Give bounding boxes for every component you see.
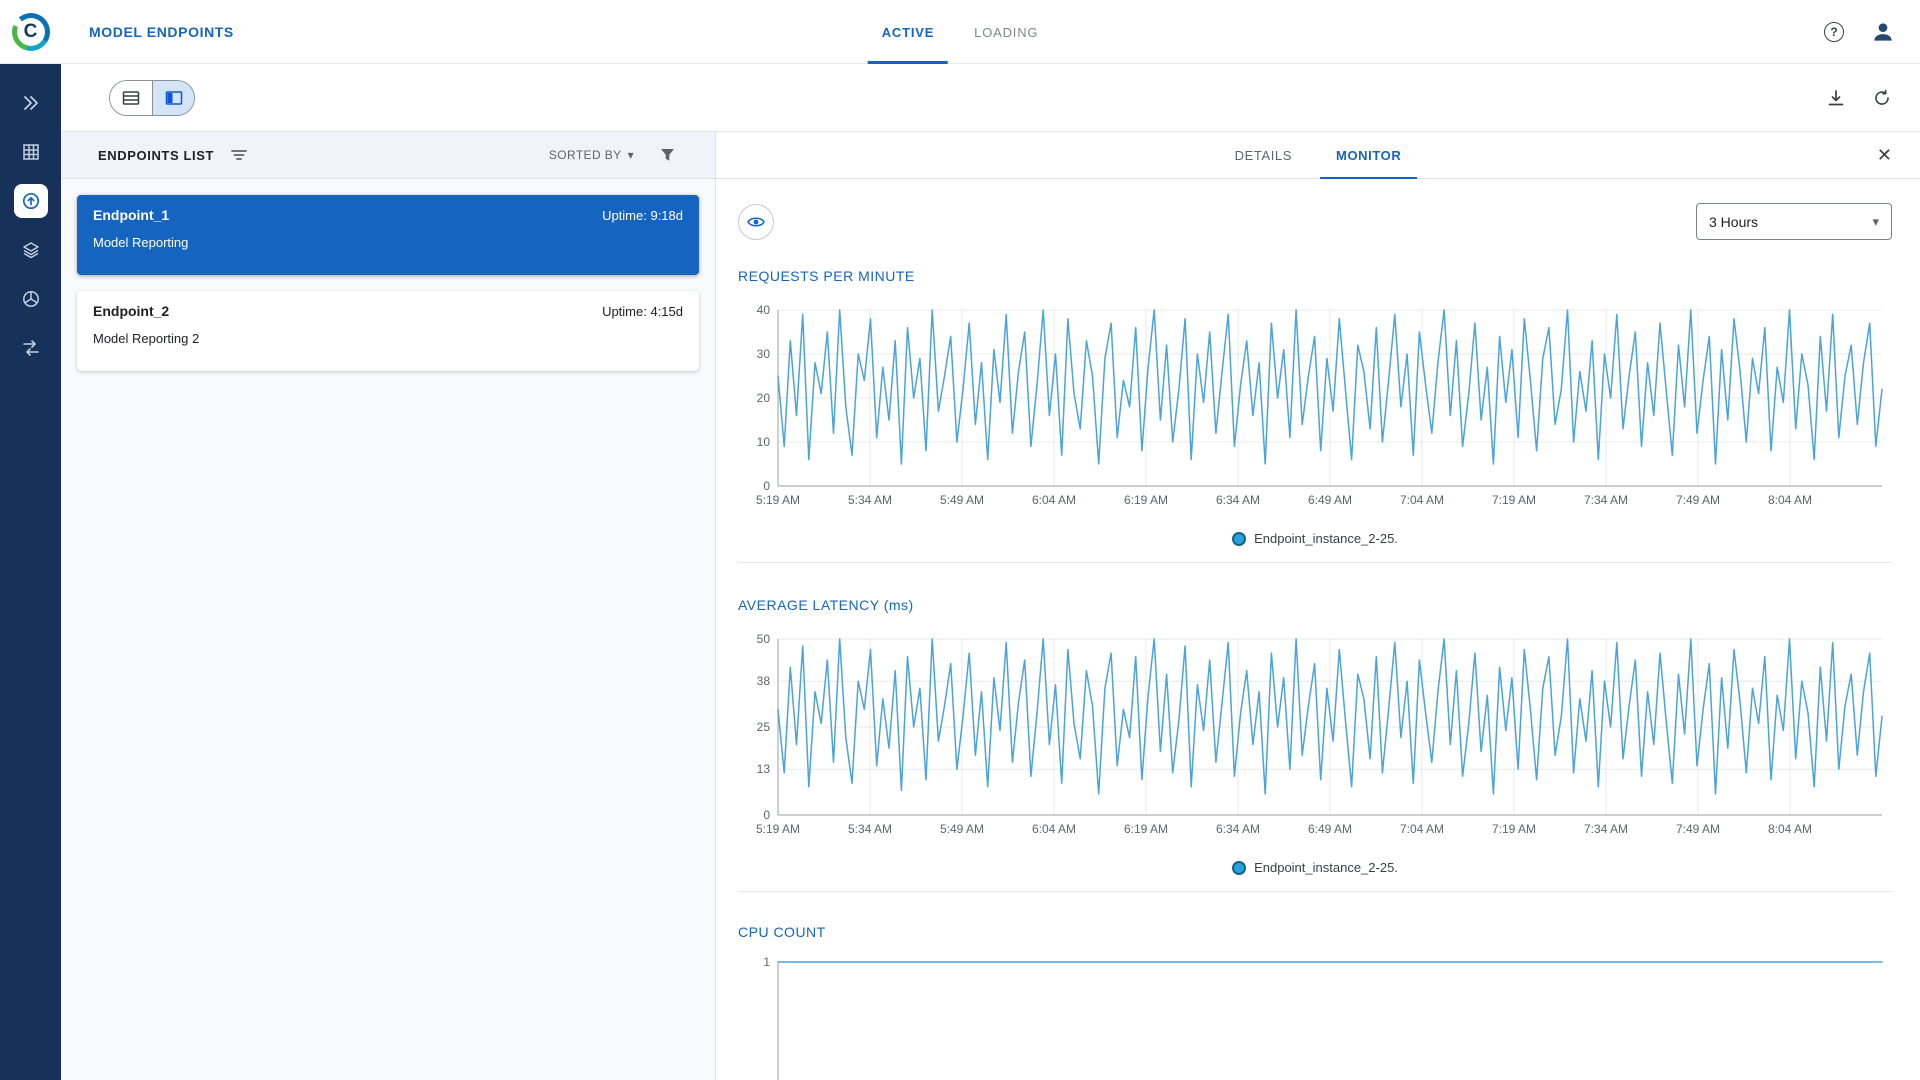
model-endpoints-icon[interactable]: [13, 184, 48, 218]
legend-label: Endpoint_instance_2-25.: [1254, 531, 1398, 546]
chart-legend: Endpoint_instance_2-25.: [738, 531, 1892, 546]
layers-icon[interactable]: [14, 233, 48, 267]
caret-down-icon: ▾: [1872, 213, 1879, 229]
endpoint-card-1[interactable]: Endpoint_1 Uptime: 9:18d Model Reporting: [77, 195, 699, 275]
svg-text:7:49 AM: 7:49 AM: [1676, 822, 1720, 836]
app-logo-letter: C: [16, 17, 45, 46]
pipelines-icon[interactable]: [14, 331, 48, 365]
tab-active[interactable]: ACTIVE: [867, 0, 949, 64]
svg-text:5:34 AM: 5:34 AM: [848, 822, 892, 836]
help-icon[interactable]: ?: [1824, 21, 1844, 42]
palette-icon[interactable]: [14, 282, 48, 316]
svg-text:50: 50: [757, 633, 771, 646]
svg-text:7:34 AM: 7:34 AM: [1584, 493, 1628, 507]
svg-text:5:19 AM: 5:19 AM: [756, 493, 800, 507]
time-range-value: 3 Hours: [1709, 213, 1759, 230]
download-icon[interactable]: [1826, 88, 1846, 108]
svg-text:7:19 AM: 7:19 AM: [1492, 493, 1536, 507]
header-tabs: ACTIVE LOADING: [867, 0, 1045, 64]
chart-title: REQUESTS PER MINUTE: [738, 268, 915, 284]
deployments-icon[interactable]: [14, 86, 48, 120]
cpu-count-chart-section: CPU COUNT 1: [738, 924, 1892, 1080]
sorted-by-dropdown[interactable]: SORTED BY ▾: [549, 148, 634, 162]
svg-text:6:34 AM: 6:34 AM: [1216, 822, 1260, 836]
svg-text:6:49 AM: 6:49 AM: [1308, 493, 1352, 507]
svg-text:0: 0: [763, 808, 770, 822]
legend-dot-icon: [1232, 860, 1247, 875]
endpoint-uptime: Uptime: 4:15d: [602, 304, 683, 319]
page-title: MODEL ENDPOINTS: [89, 23, 234, 40]
legend-label: Endpoint_instance_2-25.: [1254, 860, 1398, 875]
monitor-panel: DETAILS MONITOR ✕ 3 Hours ▾ REQUESTS PER…: [716, 132, 1920, 1080]
endpoint-name: Endpoint_1: [93, 207, 170, 223]
requests-per-minute-chart: 0 10 20 30 40 5:19 AM 5:34 AM 5:49 AM 6:04 AM 6:1…: [756, 303, 1883, 507]
app-logo[interactable]: C: [11, 12, 50, 51]
sorted-by-label: SORTED BY: [548, 148, 622, 162]
refresh-icon[interactable]: [1872, 88, 1892, 108]
legend-dot-icon: [1232, 531, 1247, 546]
svg-text:38: 38: [757, 674, 771, 688]
endpoint-uptime: Uptime: 9:18d: [602, 208, 683, 223]
table-view-button[interactable]: [110, 80, 152, 115]
grid-icon[interactable]: [14, 135, 48, 169]
chart-title: CPU COUNT: [738, 924, 826, 940]
monitor-panel-header: DETAILS MONITOR ✕: [716, 132, 1920, 179]
endpoint-description: Model Reporting 2: [93, 331, 200, 346]
svg-text:40: 40: [757, 304, 771, 317]
svg-text:5:34 AM: 5:34 AM: [848, 493, 892, 507]
latency-chart-section: AVERAGE LATENCY (ms) 0 13 25 38 50 5:19 AM 5:3…: [738, 597, 1892, 892]
monitor-body: 3 Hours ▾ REQUESTS PER MINUTE 0 10 20 30 40 5…: [716, 179, 1920, 1080]
svg-text:6:19 AM: 6:19 AM: [1124, 493, 1168, 507]
cpu-count-chart: 1: [763, 955, 1883, 1080]
side-rail: [0, 64, 61, 1080]
svg-text:7:34 AM: 7:34 AM: [1584, 822, 1628, 836]
split-view-button[interactable]: [152, 80, 194, 115]
toolbar: [61, 64, 1920, 131]
endpoints-panel-header: ENDPOINTS LIST SORTED BY ▾: [61, 132, 715, 179]
endpoint-list: Endpoint_1 Uptime: 9:18d Model Reporting…: [61, 179, 715, 387]
tab-loading[interactable]: LOADING: [968, 0, 1044, 64]
svg-text:7:49 AM: 7:49 AM: [1676, 493, 1720, 507]
svg-text:6:04 AM: 6:04 AM: [1032, 822, 1076, 836]
requests-chart-section: REQUESTS PER MINUTE 0 10 20 30 40 5:19 AM 5:34…: [738, 268, 1892, 563]
caret-down-icon: ▾: [627, 148, 634, 162]
svg-text:10: 10: [757, 435, 771, 449]
svg-text:6:34 AM: 6:34 AM: [1216, 493, 1260, 507]
svg-text:0: 0: [763, 479, 770, 493]
svg-text:7:19 AM: 7:19 AM: [1492, 822, 1536, 836]
svg-text:5:19 AM: 5:19 AM: [756, 822, 800, 836]
svg-text:7:04 AM: 7:04 AM: [1400, 822, 1444, 836]
close-icon[interactable]: ✕: [1877, 132, 1892, 179]
svg-text:5:49 AM: 5:49 AM: [940, 493, 984, 507]
endpoints-list-title: ENDPOINTS LIST: [98, 147, 215, 163]
tab-details[interactable]: DETAILS: [1229, 132, 1298, 179]
sort-icon[interactable]: [230, 147, 248, 163]
svg-text:13: 13: [757, 762, 771, 776]
svg-text:6:49 AM: 6:49 AM: [1308, 822, 1352, 836]
chart-title: AVERAGE LATENCY (ms): [738, 597, 914, 613]
chart-legend: Endpoint_instance_2-25.: [738, 860, 1892, 875]
filter-icon[interactable]: [660, 148, 675, 162]
time-range-select[interactable]: 3 Hours ▾: [1696, 203, 1892, 240]
endpoint-description: Model Reporting: [93, 235, 189, 250]
top-bar: C MODEL ENDPOINTS ACTIVE LOADING ?: [0, 0, 1920, 64]
tab-monitor[interactable]: MONITOR: [1319, 132, 1418, 179]
endpoint-card-2[interactable]: Endpoint_2 Uptime: 4:15d Model Reporting…: [77, 291, 699, 371]
svg-text:1: 1: [763, 956, 770, 969]
svg-text:5:49 AM: 5:49 AM: [940, 822, 984, 836]
svg-text:20: 20: [757, 391, 771, 405]
user-avatar[interactable]: [1870, 19, 1896, 45]
svg-text:8:04 AM: 8:04 AM: [1768, 493, 1812, 507]
svg-text:6:04 AM: 6:04 AM: [1032, 493, 1076, 507]
svg-text:25: 25: [757, 720, 771, 734]
endpoints-panel: ENDPOINTS LIST SORTED BY ▾ Endpoint_1 Up…: [61, 132, 716, 1080]
visibility-toggle-button[interactable]: [738, 203, 774, 240]
endpoint-name: Endpoint_2: [93, 303, 170, 319]
svg-text:30: 30: [757, 347, 771, 361]
average-latency-chart: 0 13 25 38 50 5:19 AM 5:34 AM 5:49 AM 6:04 AM 6:1…: [756, 632, 1883, 836]
svg-text:7:04 AM: 7:04 AM: [1400, 493, 1444, 507]
view-toggle: [109, 79, 195, 116]
svg-text:6:19 AM: 6:19 AM: [1124, 822, 1168, 836]
svg-text:8:04 AM: 8:04 AM: [1768, 822, 1812, 836]
